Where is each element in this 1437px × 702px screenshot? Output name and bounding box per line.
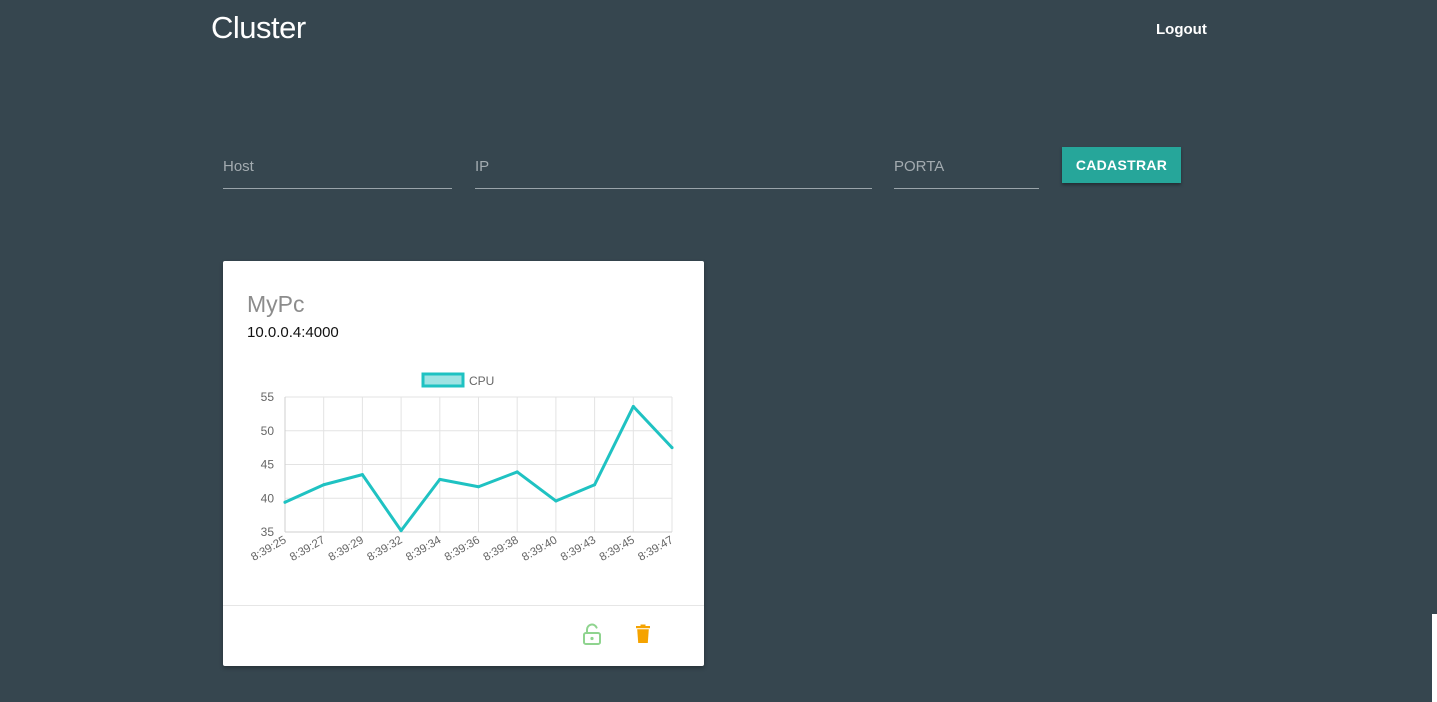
port-input[interactable] [894, 148, 1039, 184]
x-tick-label: 8:39:27 [288, 534, 327, 564]
cpu-chart: 35404550558:39:25 8:39:27 8:39:29 8:39:32 8:… [249, 372, 676, 564]
x-tick-label: 8:39:45 [598, 534, 637, 564]
data-point [670, 446, 674, 450]
data-point [477, 485, 480, 489]
y-tick-label: 55 [261, 390, 275, 404]
data-point [554, 499, 558, 503]
data-point [631, 404, 635, 408]
x-tick-label: 8:39:34 [404, 534, 444, 564]
logout-link[interactable]: Logout [1156, 21, 1207, 38]
host-card: MyPc 10.0.0.4:4000 35 40 45 50 55 8:39:25 8:39… [223, 261, 704, 666]
x-tick-label: 8:39:47 [636, 534, 675, 564]
y-tick-label: 45 [261, 458, 275, 472]
y-tick-label: 40 [261, 491, 275, 505]
legend-label: CPU [469, 374, 494, 388]
y-tick-label: 35 [261, 525, 275, 539]
navbar: Cluster Logout [0, 0, 1437, 60]
ip-input[interactable] [475, 148, 872, 184]
x-tick-label: 8:39:29 [327, 534, 366, 564]
x-tick-label: 8:39:32 [365, 534, 404, 564]
x-tick-label: 8:39:43 [559, 534, 598, 564]
port-field [894, 148, 1039, 189]
card-divider [223, 605, 704, 606]
data-point [438, 477, 442, 481]
legend-swatch [421, 372, 465, 388]
register-button[interactable]: CADASTRAR [1062, 147, 1181, 183]
lock-open-icon[interactable] [580, 622, 604, 646]
brand-title[interactable]: Cluster [211, 10, 306, 46]
host-input[interactable] [223, 148, 452, 184]
data-point [360, 473, 364, 477]
x-tick-label: 8:39:36 [443, 534, 482, 564]
window-edge [1432, 614, 1437, 702]
y-tick-label: 50 [261, 424, 275, 438]
x-tick-label: 8:39:38 [481, 534, 520, 564]
data-point [322, 483, 326, 487]
host-field [223, 148, 452, 189]
ip-field [475, 148, 872, 189]
data-point [283, 500, 287, 504]
x-tick-label: 8:39:40 [520, 534, 559, 564]
data-point [515, 470, 519, 474]
data-point [399, 529, 403, 533]
trash-icon[interactable] [631, 622, 655, 646]
data-point [593, 483, 597, 487]
